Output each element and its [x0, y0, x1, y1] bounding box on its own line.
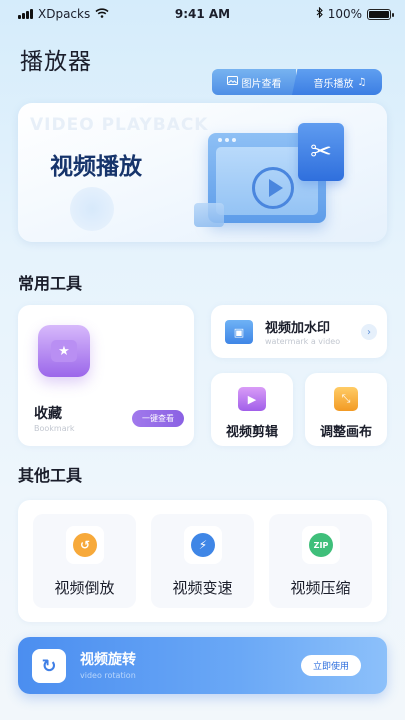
- video-rotation-sublabel: video rotation: [80, 671, 136, 680]
- common-tools-title: 常用工具: [18, 274, 83, 293]
- page-title: 播放器: [20, 49, 92, 75]
- zip-icon: ZIP: [309, 533, 333, 557]
- resize-icon: ⤡: [334, 387, 358, 411]
- top-tabs: 图片查看 音乐播放 ♫: [212, 69, 382, 95]
- adjust-canvas-label: 调整画布: [319, 425, 372, 440]
- use-now-button[interactable]: 立即使用: [301, 655, 361, 676]
- photo-view-tab[interactable]: 图片查看: [212, 69, 296, 95]
- other-tools-title: 其他工具: [18, 466, 83, 485]
- rotate-icon: ↻: [32, 649, 66, 683]
- video-speed-label: 视频变速: [172, 579, 233, 597]
- status-bar: XDpacks 9:41 AM 100%: [0, 0, 405, 28]
- video-edit-label: 视频剪辑: [225, 425, 278, 440]
- scissors-file-icon: ✂: [298, 123, 344, 181]
- speed-icon: ⚡: [191, 533, 215, 557]
- bluetooth-icon: [316, 6, 323, 21]
- adjust-canvas-card[interactable]: ⤡ 调整画布: [305, 373, 387, 446]
- film-icon: ▣: [225, 320, 253, 344]
- watermark-card[interactable]: ▣ 视频加水印 watermark a video ›: [211, 305, 387, 358]
- decorative-bubble: [70, 187, 114, 231]
- decorative-square: [194, 203, 224, 227]
- view-favorites-button[interactable]: 一键查看: [132, 410, 184, 427]
- play-icon: [252, 167, 294, 209]
- battery-icon: [367, 8, 394, 20]
- video-rotation-banner[interactable]: ↻ 视频旋转 video rotation 立即使用: [18, 637, 387, 694]
- favorites-card[interactable]: ★ 收藏 Bookmark 一键查看: [18, 305, 194, 446]
- watermark-sublabel: watermark a video: [265, 337, 341, 346]
- music-note-icon: ♫: [357, 76, 367, 88]
- video-reverse-label: 视频倒放: [54, 579, 115, 597]
- video-compress-tool[interactable]: ZIP 视频压缩: [269, 514, 372, 608]
- video-cut-icon: ▶: [238, 387, 266, 411]
- music-play-label: 音乐播放: [313, 78, 354, 90]
- video-rotation-label: 视频旋转: [80, 652, 136, 668]
- hero-ghost-text: VIDEO PLAYBACK: [30, 115, 209, 135]
- music-play-tab[interactable]: 音乐播放 ♫: [292, 69, 382, 95]
- chevron-right-icon[interactable]: ›: [361, 324, 377, 340]
- favorites-sublabel: Bookmark: [34, 424, 75, 433]
- video-edit-card[interactable]: ▶ 视频剪辑: [211, 373, 293, 446]
- favorites-label: 收藏: [34, 406, 62, 422]
- video-speed-tool[interactable]: ⚡ 视频变速: [151, 514, 254, 608]
- battery-percent: 100%: [327, 7, 362, 21]
- video-playback-banner[interactable]: VIDEO PLAYBACK 视频播放 ✂: [18, 103, 387, 242]
- star-folder-icon: ★: [38, 325, 90, 377]
- photo-view-label: 图片查看: [241, 78, 282, 90]
- watermark-label: 视频加水印: [265, 321, 331, 336]
- other-tools-panel: ↺ 视频倒放 ⚡ 视频变速 ZIP 视频压缩: [18, 500, 387, 622]
- image-icon: [226, 76, 238, 88]
- rewind-icon: ↺: [73, 533, 97, 557]
- video-reverse-tool[interactable]: ↺ 视频倒放: [33, 514, 136, 608]
- hero-title: 视频播放: [50, 154, 142, 180]
- video-compress-label: 视频压缩: [290, 579, 351, 597]
